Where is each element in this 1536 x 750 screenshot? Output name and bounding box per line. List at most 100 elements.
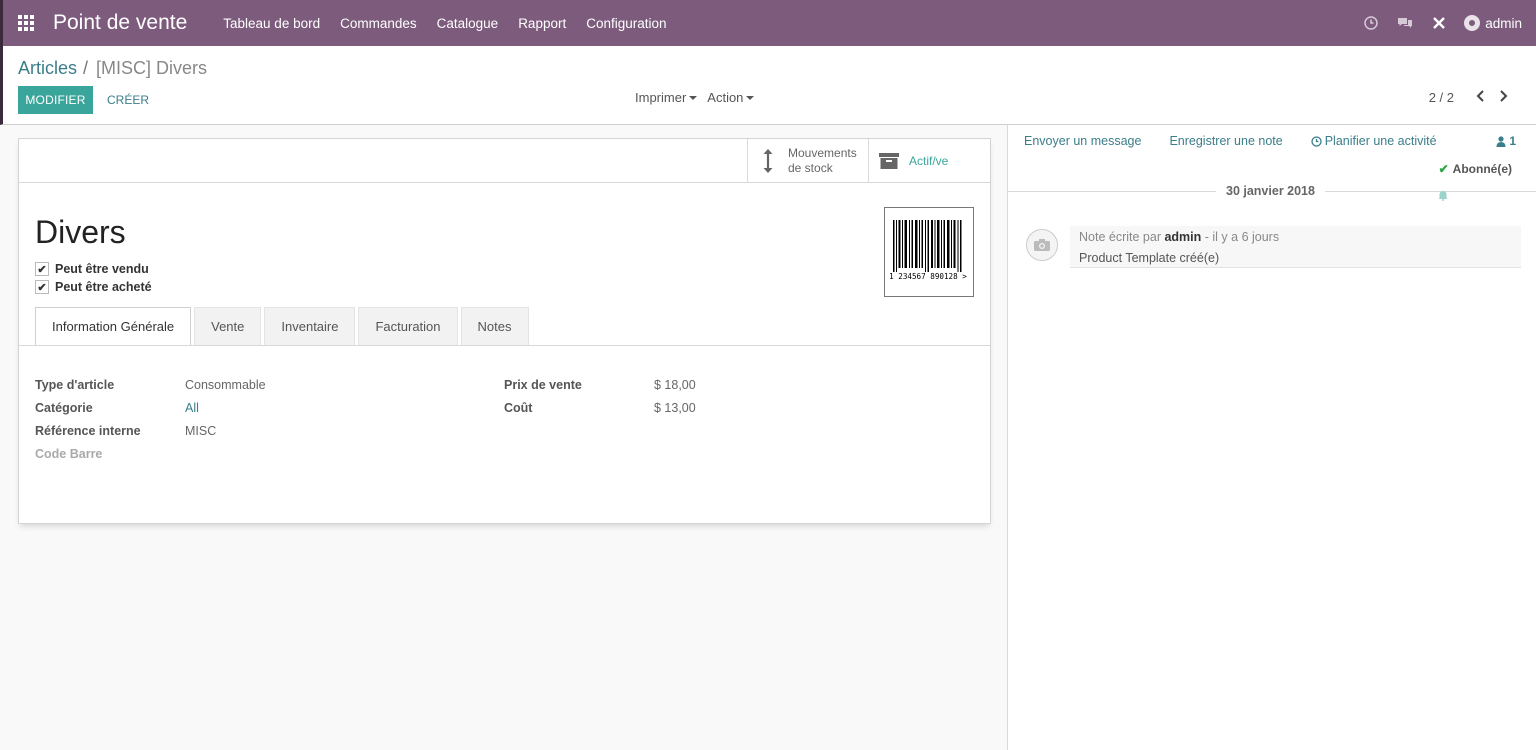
navbar-right: admin bbox=[1354, 0, 1522, 46]
subscribed-button[interactable]: ✔ Abonné(e) bbox=[1439, 162, 1512, 176]
main-menu: Tableau de bord Commandes Catalogue Rapp… bbox=[223, 16, 686, 31]
followers-count: 1 bbox=[1509, 134, 1516, 148]
field-label-type: Type d'article bbox=[35, 377, 115, 392]
create-button[interactable]: CRÉER bbox=[107, 86, 149, 114]
print-dropdown-label: Imprimer bbox=[635, 90, 687, 105]
camera-icon bbox=[1034, 239, 1050, 251]
message-author-avatar[interactable] bbox=[1026, 229, 1058, 261]
close-x-icon[interactable] bbox=[1422, 0, 1456, 46]
can-be-sold-row: ✔ Peut être vendu bbox=[35, 260, 152, 278]
right-field-group: Prix de vente $ 18,00 Coût $ 13,00 bbox=[504, 373, 696, 419]
field-value-sale-price: $ 18,00 bbox=[654, 377, 696, 392]
form-sheet: Mouvements de stock Actif/ve Divers ✔ Pe… bbox=[18, 138, 991, 524]
message-header: Note écrite par admin - il y a 6 jours bbox=[1079, 230, 1280, 244]
action-dropdown[interactable]: Action bbox=[707, 90, 755, 105]
message-body: Product Template créé(e) bbox=[1079, 251, 1220, 265]
breadcrumb-current: [MISC] Divers bbox=[96, 58, 208, 78]
field-row-category: Catégorie All bbox=[35, 396, 266, 419]
menu-item-configuration[interactable]: Configuration bbox=[586, 16, 666, 31]
record-title: Divers bbox=[35, 214, 126, 250]
breadcrumb-articles[interactable]: Articles bbox=[18, 58, 77, 79]
can-be-purchased-label: Peut être acheté bbox=[55, 280, 152, 294]
top-navbar: Point de vente Tableau de bord Commandes… bbox=[0, 0, 1536, 46]
field-row-cost: Coût $ 13,00 bbox=[504, 396, 696, 419]
smart-button-box: Mouvements de stock Actif/ve bbox=[19, 139, 990, 183]
field-label-cost: Coût bbox=[504, 400, 533, 415]
user-menu[interactable]: admin bbox=[1464, 15, 1522, 31]
control-panel: Articles / [MISC] Divers MODIFIER CRÉER … bbox=[0, 46, 1536, 125]
stock-moves-label: Mouvements de stock bbox=[788, 146, 857, 175]
field-row-barcode: Code Barre bbox=[35, 442, 266, 465]
can-be-sold-label: Peut être vendu bbox=[55, 262, 149, 276]
schedule-activity-label: Planifier une activité bbox=[1324, 134, 1437, 148]
chatter-actions: Envoyer un message Enregistrer une note … bbox=[1024, 134, 1493, 148]
caret-down-icon bbox=[689, 95, 698, 100]
tab-divider bbox=[19, 345, 990, 346]
tab-invoicing[interactable]: Facturation bbox=[358, 307, 458, 345]
tab-general-information[interactable]: Information Générale bbox=[35, 307, 192, 346]
archive-box-icon bbox=[869, 153, 909, 169]
menu-item-catalog[interactable]: Catalogue bbox=[437, 16, 499, 31]
menu-item-dashboard[interactable]: Tableau de bord bbox=[223, 16, 320, 31]
field-value-internal-reference: MISC bbox=[185, 423, 217, 438]
field-value-cost: $ 13,00 bbox=[654, 400, 696, 415]
toggle-active-button[interactable]: Actif/ve bbox=[868, 139, 991, 183]
product-image-barcode[interactable]: 1 234567 890128 > bbox=[884, 207, 974, 297]
caret-down-icon bbox=[746, 95, 755, 100]
user-avatar-icon bbox=[1464, 15, 1481, 31]
breadcrumb-separator: / bbox=[83, 58, 89, 78]
message-item: Note écrite par admin - il y a 6 jours P… bbox=[1070, 226, 1521, 268]
field-value-type: Consommable bbox=[185, 377, 266, 392]
print-dropdown[interactable]: Imprimer bbox=[635, 90, 698, 105]
vertical-arrows-icon bbox=[748, 148, 788, 174]
send-message-button[interactable]: Envoyer un message bbox=[1024, 134, 1141, 148]
message-author[interactable]: admin bbox=[1164, 230, 1201, 244]
field-row-type: Type d'article Consommable bbox=[35, 373, 266, 396]
app-title[interactable]: Point de vente bbox=[53, 11, 187, 35]
clock-icon bbox=[1311, 135, 1322, 147]
chat-icon[interactable] bbox=[1388, 0, 1422, 46]
tab-sales[interactable]: Vente bbox=[194, 307, 262, 345]
field-value-category[interactable]: All bbox=[185, 401, 199, 415]
field-row-sale-price: Prix de vente $ 18,00 bbox=[504, 373, 696, 396]
edit-button[interactable]: MODIFIER bbox=[18, 86, 93, 114]
log-note-button[interactable]: Enregistrer une note bbox=[1169, 134, 1282, 148]
check-icon: ✔ bbox=[1438, 162, 1449, 176]
apps-menu-icon[interactable] bbox=[3, 0, 49, 46]
can-be-purchased-checkbox[interactable]: ✔ bbox=[35, 280, 49, 294]
stock-moves-button[interactable]: Mouvements de stock bbox=[747, 139, 868, 183]
tab-notes[interactable]: Notes bbox=[460, 307, 529, 345]
can-be-sold-checkbox[interactable]: ✔ bbox=[35, 262, 49, 276]
followers-button[interactable]: 1 bbox=[1496, 134, 1516, 148]
chevron-right-icon[interactable] bbox=[1492, 90, 1514, 105]
user-name: admin bbox=[1485, 15, 1522, 31]
active-label: Actif/ve bbox=[909, 153, 949, 168]
menu-item-report[interactable]: Rapport bbox=[518, 16, 566, 31]
field-label-barcode: Code Barre bbox=[35, 446, 103, 461]
chevron-left-icon[interactable] bbox=[1470, 90, 1492, 105]
tab-inventory[interactable]: Inventaire bbox=[264, 307, 356, 345]
sidebar-dropdowns: Imprimer Action bbox=[635, 90, 764, 105]
menu-item-orders[interactable]: Commandes bbox=[340, 16, 417, 31]
message-time: - il y a 6 jours bbox=[1204, 230, 1280, 244]
breadcrumb: Articles / [MISC] Divers bbox=[18, 58, 207, 79]
field-row-internal-reference: Référence interne MISC bbox=[35, 419, 266, 442]
schedule-activity-button[interactable]: Planifier une activité bbox=[1311, 134, 1465, 148]
pager-value[interactable]: 2 / 2 bbox=[1429, 90, 1454, 105]
field-label-sale-price: Prix de vente bbox=[504, 377, 582, 392]
action-dropdown-label: Action bbox=[707, 90, 744, 105]
pager: 2 / 2 bbox=[1429, 90, 1514, 105]
chatter-panel: Envoyer un message Enregistrer une note … bbox=[1007, 125, 1536, 750]
bell-icon bbox=[1438, 189, 1448, 204]
user-icon bbox=[1496, 135, 1506, 147]
product-checkboxes: ✔ Peut être vendu ✔ Peut être acheté bbox=[35, 260, 152, 296]
date-label: 30 janvier 2018 bbox=[1216, 184, 1325, 198]
field-label-internal-reference: Référence interne bbox=[35, 423, 141, 438]
subscribed-label: Abonné(e) bbox=[1452, 162, 1512, 176]
notebook-tabs: Information Générale Vente Inventaire Fa… bbox=[35, 307, 532, 346]
field-label-category: Catégorie bbox=[35, 400, 93, 415]
left-field-group: Type d'article Consommable Catégorie All… bbox=[35, 373, 266, 465]
barcode-number-text: 1 234567 890128 > bbox=[889, 272, 967, 281]
clock-icon[interactable] bbox=[1354, 0, 1388, 46]
can-be-purchased-row: ✔ Peut être acheté bbox=[35, 278, 152, 296]
